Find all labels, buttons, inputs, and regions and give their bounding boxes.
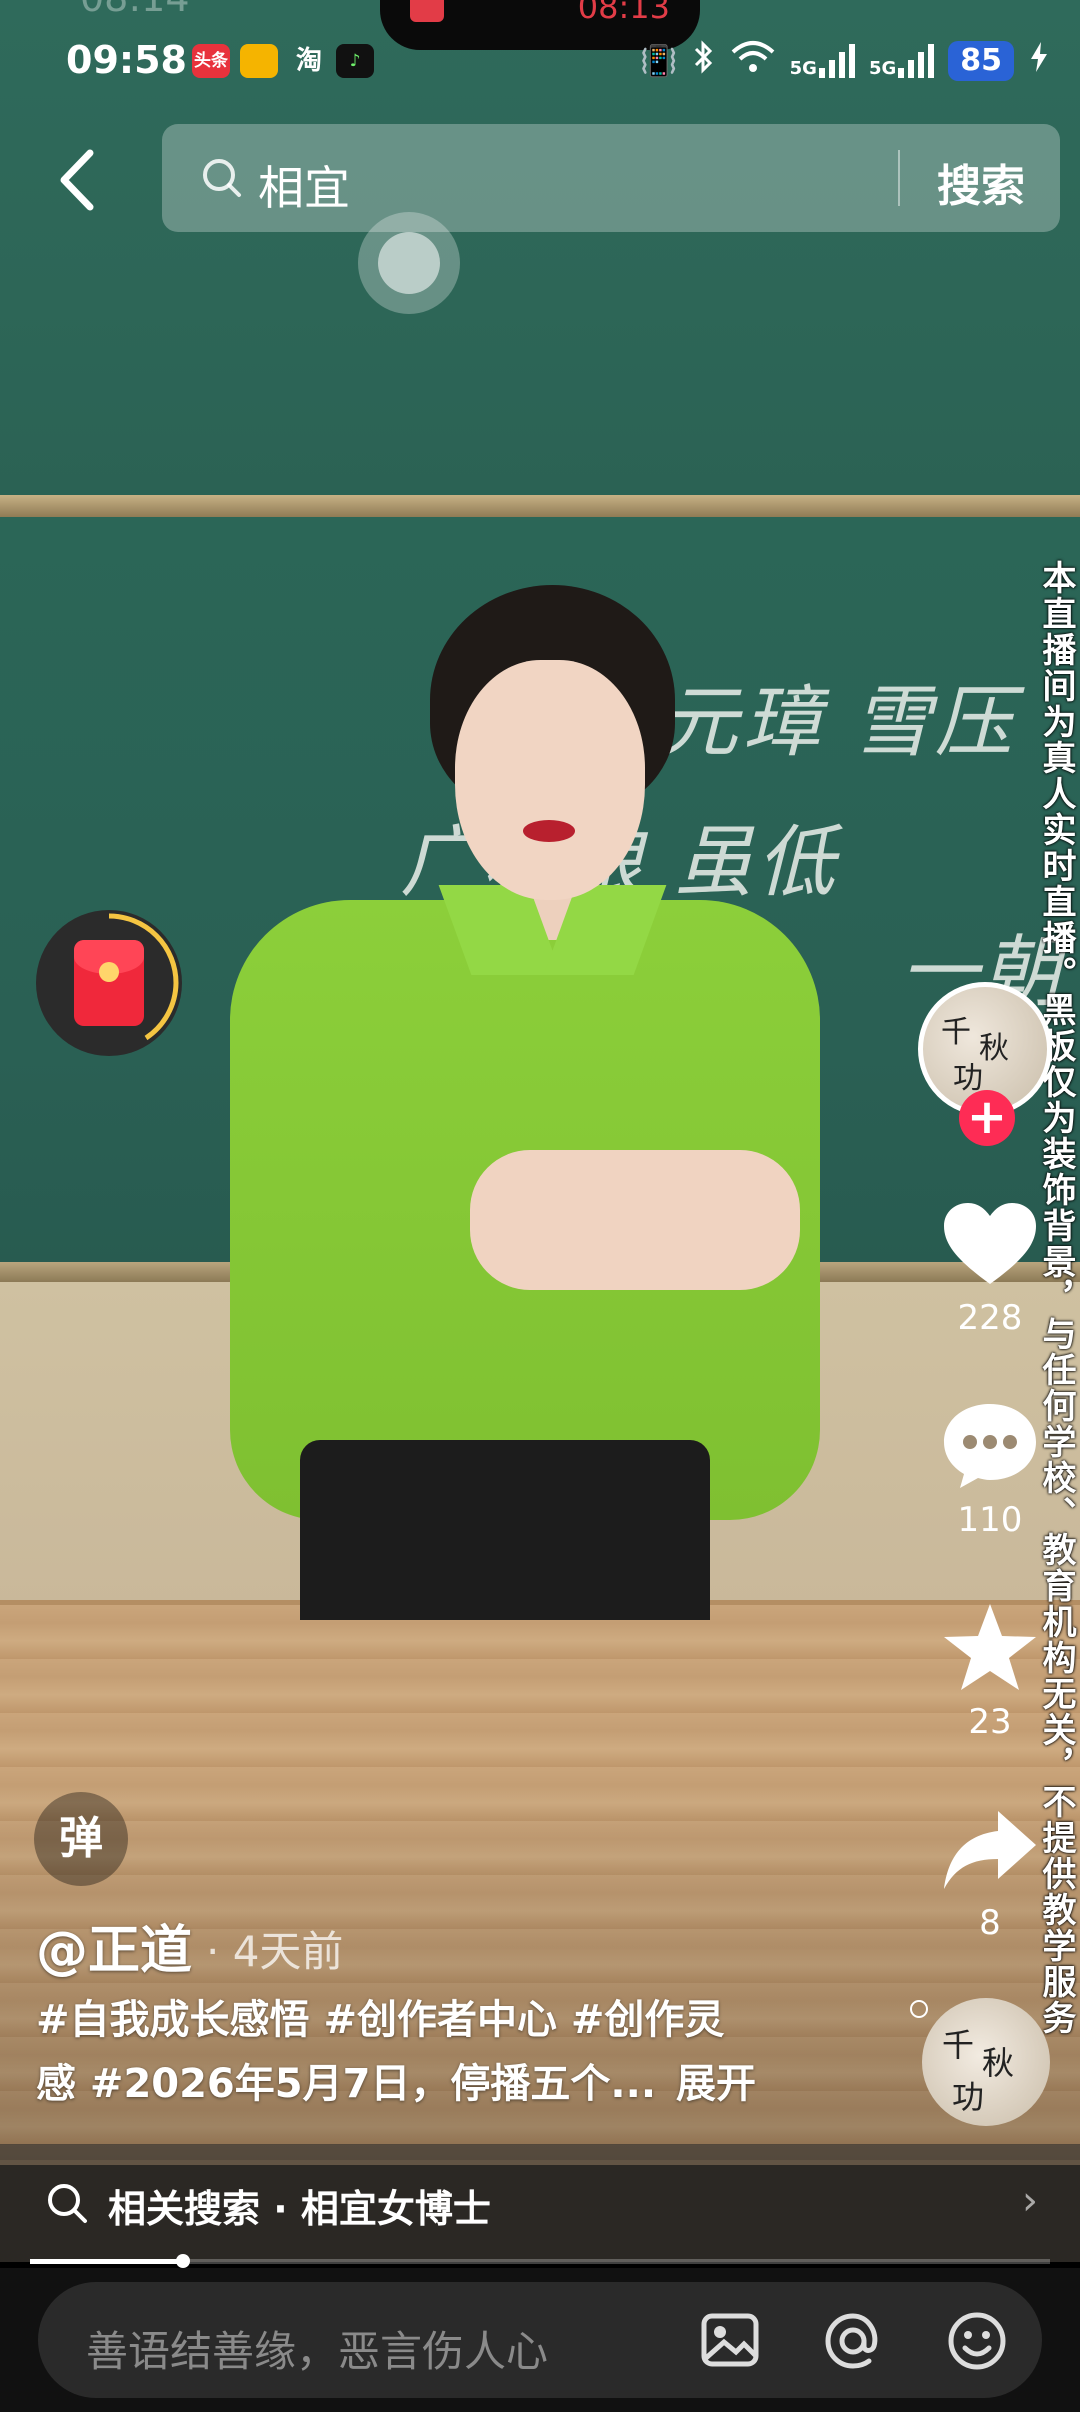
cellular-1: 5G <box>790 44 855 78</box>
ghost-time: 08:14 <box>80 0 190 20</box>
charging-icon <box>1028 40 1050 82</box>
taobao-app-icon: 淘 <box>295 46 322 76</box>
chevron-right-icon: › <box>1022 2178 1038 2224</box>
video-progress-bar[interactable] <box>30 2254 1050 2268</box>
network-type-1: 5G <box>789 58 817 79</box>
presenter-lips <box>523 820 575 842</box>
comment-count: 110 <box>957 1500 1023 1540</box>
share-button[interactable]: 8 <box>930 1805 1050 1943</box>
heart-icon <box>944 1203 1036 1284</box>
toutiao-app-icon: 头条 <box>192 44 230 78</box>
progress-knob[interactable] <box>176 2254 190 2268</box>
like-button[interactable]: 228 <box>930 1200 1050 1338</box>
bluetooth-icon <box>692 39 716 83</box>
search-button[interactable]: 搜索 <box>937 150 1025 214</box>
progress-fill <box>30 2259 183 2264</box>
music-disc[interactable]: 千 秋 功 <box>922 1998 1050 2126</box>
cellular-2: 5G <box>868 44 935 79</box>
share-arrow-icon <box>944 1811 1036 1889</box>
touch-indicator <box>358 212 460 314</box>
search-icon <box>48 2184 87 2223</box>
status-icons: 📳 5G 5G 85 <box>640 36 1050 86</box>
presenter-face <box>455 660 645 900</box>
presenter-hands <box>470 1150 800 1290</box>
signal-bars-2-icon <box>898 44 935 78</box>
red-envelope-icon <box>74 940 144 1026</box>
chalkboard-rail <box>0 495 1080 517</box>
status-bar: 08:14 08:13 09:58 头条 淘 ♪ 📳 5G 5G 85 <box>0 0 1080 110</box>
comment-bar: 善语结善缘，恶言伤人心 <box>0 2268 1080 2412</box>
music-note-icon <box>910 2000 928 2018</box>
clock: 09:58 <box>66 38 187 82</box>
search-icon <box>203 159 241 197</box>
island-time: 08:13 <box>577 0 670 26</box>
video-caption[interactable]: #自我成长感悟 #创作者中心 #创作灵 感 #2026年5月7日，停播五个...… <box>36 1988 876 2116</box>
danmu-toggle-button[interactable]: 弹 <box>34 1792 128 1886</box>
emoji-icon[interactable] <box>944 2308 1010 2374</box>
share-count: 8 <box>979 1903 1001 1943</box>
disc-calligraphy: 功 <box>952 2078 985 2116</box>
post-time: · 4天前 <box>206 1927 344 1976</box>
disc-calligraphy: 千 <box>942 2026 975 2064</box>
comment-icon <box>944 1404 1036 1488</box>
comment-button[interactable]: 110 <box>930 1400 1050 1540</box>
comment-placeholder: 善语结善缘，恶言伤人心 <box>86 2327 549 2376</box>
like-count: 228 <box>957 1298 1023 1338</box>
chevron-left-icon <box>60 149 94 211</box>
back-button[interactable] <box>50 145 110 215</box>
music-app-icon: ♪ <box>336 44 374 78</box>
record-indicator-icon <box>410 0 444 22</box>
image-icon[interactable] <box>698 2308 762 2372</box>
red-packet-button[interactable] <box>36 910 182 1056</box>
search-divider <box>898 150 900 206</box>
caption-line-1: #自我成长感悟 #创作者中心 #创作灵 <box>36 1997 725 2043</box>
search-bar[interactable]: 相宜 搜索 <box>162 124 1060 232</box>
wifi-icon <box>730 40 776 82</box>
related-search-bar[interactable]: 相关搜索 · 相宜女博士 › <box>0 2144 1080 2262</box>
disc-calligraphy: 秋 <box>982 2044 1015 2082</box>
favorite-count: 23 <box>968 1702 1012 1742</box>
presenter-pants <box>300 1440 710 1620</box>
network-type-2: 5G <box>868 58 897 79</box>
signal-bars-1-icon <box>818 44 855 78</box>
notes-app-icon <box>240 44 278 78</box>
battery-level: 85 <box>948 41 1014 81</box>
search-query[interactable]: 相宜 <box>258 152 350 218</box>
avatar-calligraphy: 秋 <box>979 1031 1009 1066</box>
expand-caption-button[interactable]: 展开 <box>676 2061 756 2107</box>
vibrate-icon: 📳 <box>640 43 678 79</box>
avatar-calligraphy: 千 <box>941 1015 971 1050</box>
related-search-label: 相关搜索 · 相宜女博士 <box>108 2187 491 2231</box>
red-envelope-coin <box>99 962 119 982</box>
favorite-button[interactable]: 23 <box>930 1600 1050 1742</box>
comment-input[interactable]: 善语结善缘，恶言伤人心 <box>38 2282 1042 2398</box>
author-name[interactable]: @正道 <box>36 1908 192 1983</box>
follow-button[interactable]: + <box>959 1090 1015 1146</box>
board-writing-1: 元璋 雪压 <box>660 678 1017 768</box>
mention-icon[interactable] <box>820 2308 886 2374</box>
caption-line-2: 感 #2026年5月7日，停播五个... <box>36 2061 657 2107</box>
star-icon <box>944 1604 1036 1690</box>
